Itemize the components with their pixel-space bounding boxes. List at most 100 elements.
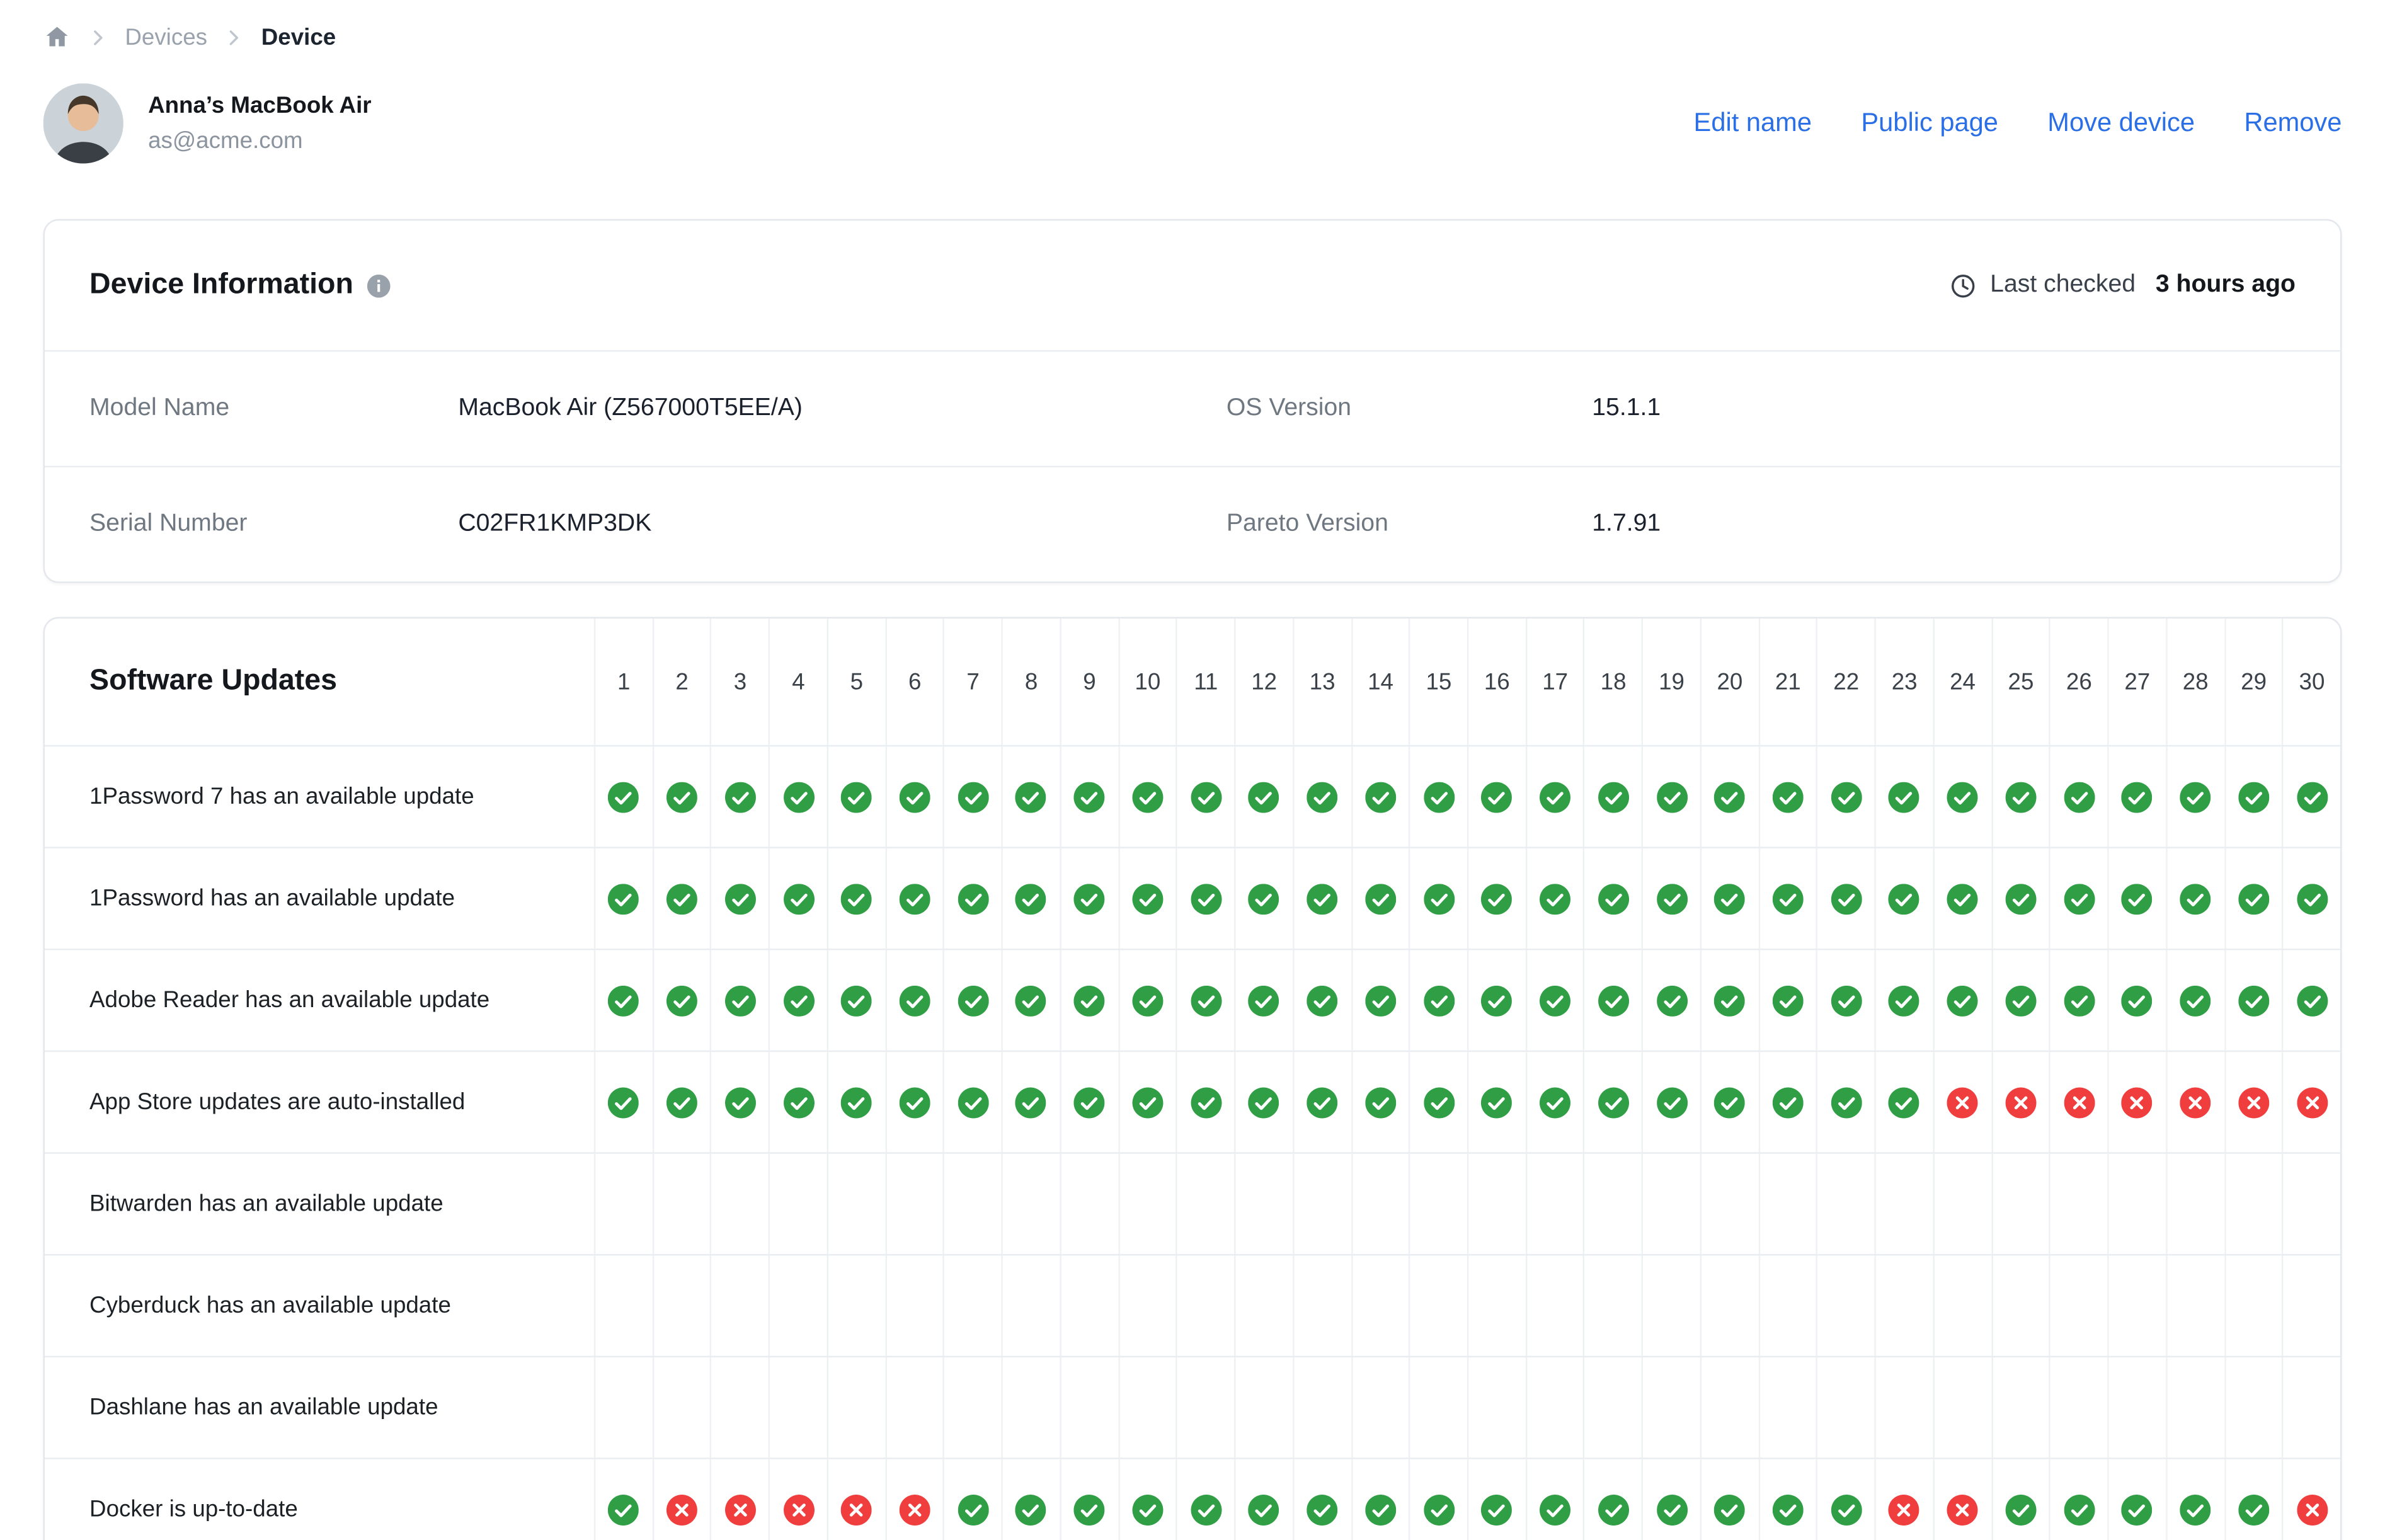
status-pass-icon	[1642, 950, 1700, 1051]
status-fail-icon	[2165, 1052, 2224, 1153]
status-empty-cell	[593, 1153, 652, 1254]
status-empty-cell	[2282, 1357, 2340, 1458]
update-row: 1Password 7 has an available update	[45, 744, 2340, 847]
move-device-button[interactable]: Move device	[2047, 108, 2195, 139]
status-empty-cell	[1642, 1357, 1700, 1458]
status-pass-icon	[1060, 1459, 1118, 1540]
status-empty-cell	[1175, 1153, 1234, 1254]
status-pass-icon	[1060, 1052, 1118, 1153]
status-empty-cell	[652, 1153, 710, 1254]
status-empty-cell	[1118, 1153, 1175, 1254]
update-row: 1Password has an available update	[45, 847, 2340, 949]
status-empty-cell	[1118, 1255, 1175, 1356]
status-pass-icon	[1001, 746, 1060, 847]
status-pass-icon	[1874, 746, 1933, 847]
update-row: Docker is up-to-date	[45, 1457, 2340, 1540]
status-empty-cell	[710, 1255, 769, 1356]
status-pass-icon	[1583, 1052, 1642, 1153]
status-fail-icon	[769, 1459, 826, 1540]
status-pass-icon	[2049, 1459, 2107, 1540]
status-empty-cell	[1700, 1357, 1758, 1458]
status-pass-icon	[1175, 848, 1234, 949]
status-empty-cell	[710, 1357, 769, 1458]
status-empty-cell	[1700, 1153, 1758, 1254]
update-row-label: Bitwarden has an available update	[89, 1190, 443, 1218]
home-icon[interactable]	[43, 23, 71, 51]
updates-grid-body: 1Password 7 has an available update 1Pass…	[45, 744, 2340, 1540]
public-page-button[interactable]: Public page	[1861, 108, 1998, 139]
status-pass-icon	[1583, 1459, 1642, 1540]
status-fail-icon	[1991, 1052, 2049, 1153]
status-fail-icon	[710, 1459, 769, 1540]
status-empty-cell	[884, 1357, 943, 1458]
status-pass-icon	[1409, 746, 1467, 847]
status-pass-icon	[1991, 950, 2049, 1051]
status-pass-icon	[1816, 1459, 1874, 1540]
model-name-value: MacBook Air (Z567000T5EE/A)	[458, 394, 803, 421]
status-empty-cell	[1409, 1357, 1467, 1458]
status-pass-icon	[769, 950, 826, 1051]
status-pass-icon	[2165, 746, 2224, 847]
status-pass-icon	[1583, 848, 1642, 949]
status-empty-cell	[1583, 1153, 1642, 1254]
status-empty-cell	[652, 1357, 710, 1458]
column-header: 12	[1234, 619, 1292, 745]
status-pass-icon	[1467, 1052, 1525, 1153]
update-row-label: Dashlane has an available update	[89, 1394, 438, 1421]
status-empty-cell	[2107, 1357, 2165, 1458]
updates-column-header-row: Software Updates 1 2 3 4 5 6 7 8 9 10 11 12 13 14 15 16…	[45, 619, 2340, 745]
status-pass-icon	[2224, 746, 2282, 847]
status-pass-icon	[1700, 950, 1758, 1051]
status-pass-icon	[1001, 950, 1060, 1051]
status-empty-cell	[1525, 1255, 1583, 1356]
last-checked-value: 3 hours ago	[2155, 271, 2296, 298]
status-fail-icon	[2224, 1052, 2282, 1153]
status-pass-icon	[710, 848, 769, 949]
status-pass-icon	[1118, 950, 1175, 1051]
status-pass-icon	[1001, 848, 1060, 949]
edit-name-button[interactable]: Edit name	[1694, 108, 1812, 139]
device-info-row: Serial Number C02FR1KMP3DK Pareto Versio…	[45, 465, 2340, 582]
status-pass-icon	[1816, 1052, 1874, 1153]
info-icon[interactable]	[367, 273, 391, 297]
status-pass-icon	[1234, 1052, 1292, 1153]
status-fail-icon	[2282, 1052, 2340, 1153]
status-pass-icon	[1816, 746, 1874, 847]
status-empty-cell	[1758, 1357, 1816, 1458]
status-pass-icon	[943, 848, 1001, 949]
status-pass-icon	[769, 1052, 826, 1153]
status-pass-icon	[1642, 746, 1700, 847]
status-pass-icon	[1583, 746, 1642, 847]
status-pass-icon	[1292, 1459, 1351, 1540]
column-header: 5	[826, 619, 884, 745]
column-header: 4	[769, 619, 826, 745]
status-empty-cell	[1700, 1255, 1758, 1356]
status-pass-icon	[593, 950, 652, 1051]
status-fail-icon	[1933, 1052, 1991, 1153]
device-information-header: Device Information Last checked 3 hours …	[45, 220, 2340, 350]
status-empty-cell	[1467, 1153, 1525, 1254]
status-empty-cell	[1933, 1357, 1991, 1458]
status-pass-icon	[2107, 746, 2165, 847]
status-pass-icon	[1758, 1459, 1816, 1540]
status-empty-cell	[1525, 1153, 1583, 1254]
status-pass-icon	[826, 1052, 884, 1153]
status-fail-icon	[826, 1459, 884, 1540]
status-empty-cell	[1467, 1357, 1525, 1458]
breadcrumb-devices[interactable]: Devices	[125, 24, 207, 50]
status-empty-cell	[1816, 1153, 1874, 1254]
status-pass-icon	[2049, 848, 2107, 949]
status-empty-cell	[826, 1153, 884, 1254]
clock-icon	[1950, 272, 1976, 299]
status-pass-icon	[1758, 746, 1816, 847]
device-page: Devices Device Anna’s MacBook Air as@acm…	[0, 0, 2385, 1540]
remove-device-button[interactable]: Remove	[2244, 108, 2342, 139]
status-pass-icon	[2165, 1459, 2224, 1540]
status-pass-icon	[1758, 848, 1816, 949]
column-header: 27	[2107, 619, 2165, 745]
column-header: 18	[1583, 619, 1642, 745]
update-row: App Store updates are auto-installed	[45, 1050, 2340, 1153]
status-empty-cell	[1583, 1255, 1642, 1356]
serial-number-label: Serial Number	[89, 510, 248, 537]
column-header: 26	[2049, 619, 2107, 745]
